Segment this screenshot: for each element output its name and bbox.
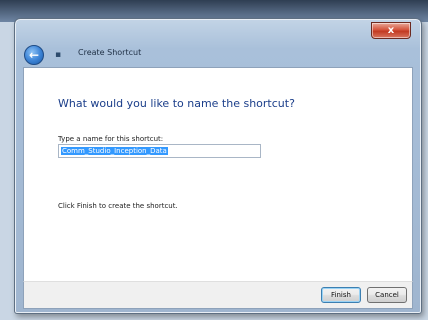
back-arrow-icon: ←	[28, 48, 40, 62]
close-icon: x	[387, 25, 395, 36]
shortcut-name-label: Type a name for this shortcut:	[58, 135, 164, 143]
dialog-footer: Finish Cancel	[23, 281, 413, 309]
close-button[interactable]: x	[371, 22, 411, 39]
page-heading: What would you like to name the shortcut…	[58, 97, 295, 110]
create-shortcut-dialog: x ← ▪ Create Shortcut What would you lik…	[14, 18, 422, 314]
shortcut-name-input[interactable]: Comm_Studio_Inception_Data	[58, 144, 261, 158]
finish-button[interactable]: Finish	[321, 287, 361, 303]
wizard-content: What would you like to name the shortcut…	[23, 67, 413, 281]
cancel-button[interactable]: Cancel	[367, 287, 407, 303]
shortcut-wizard-icon: ▪	[54, 50, 62, 60]
window-title: Create Shortcut	[78, 48, 142, 57]
finish-hint: Click Finish to create the shortcut.	[58, 202, 178, 210]
title-bar: x ← ▪ Create Shortcut	[15, 19, 421, 65]
shortcut-name-value: Comm_Studio_Inception_Data	[61, 147, 168, 155]
back-button[interactable]: ←	[24, 45, 44, 65]
